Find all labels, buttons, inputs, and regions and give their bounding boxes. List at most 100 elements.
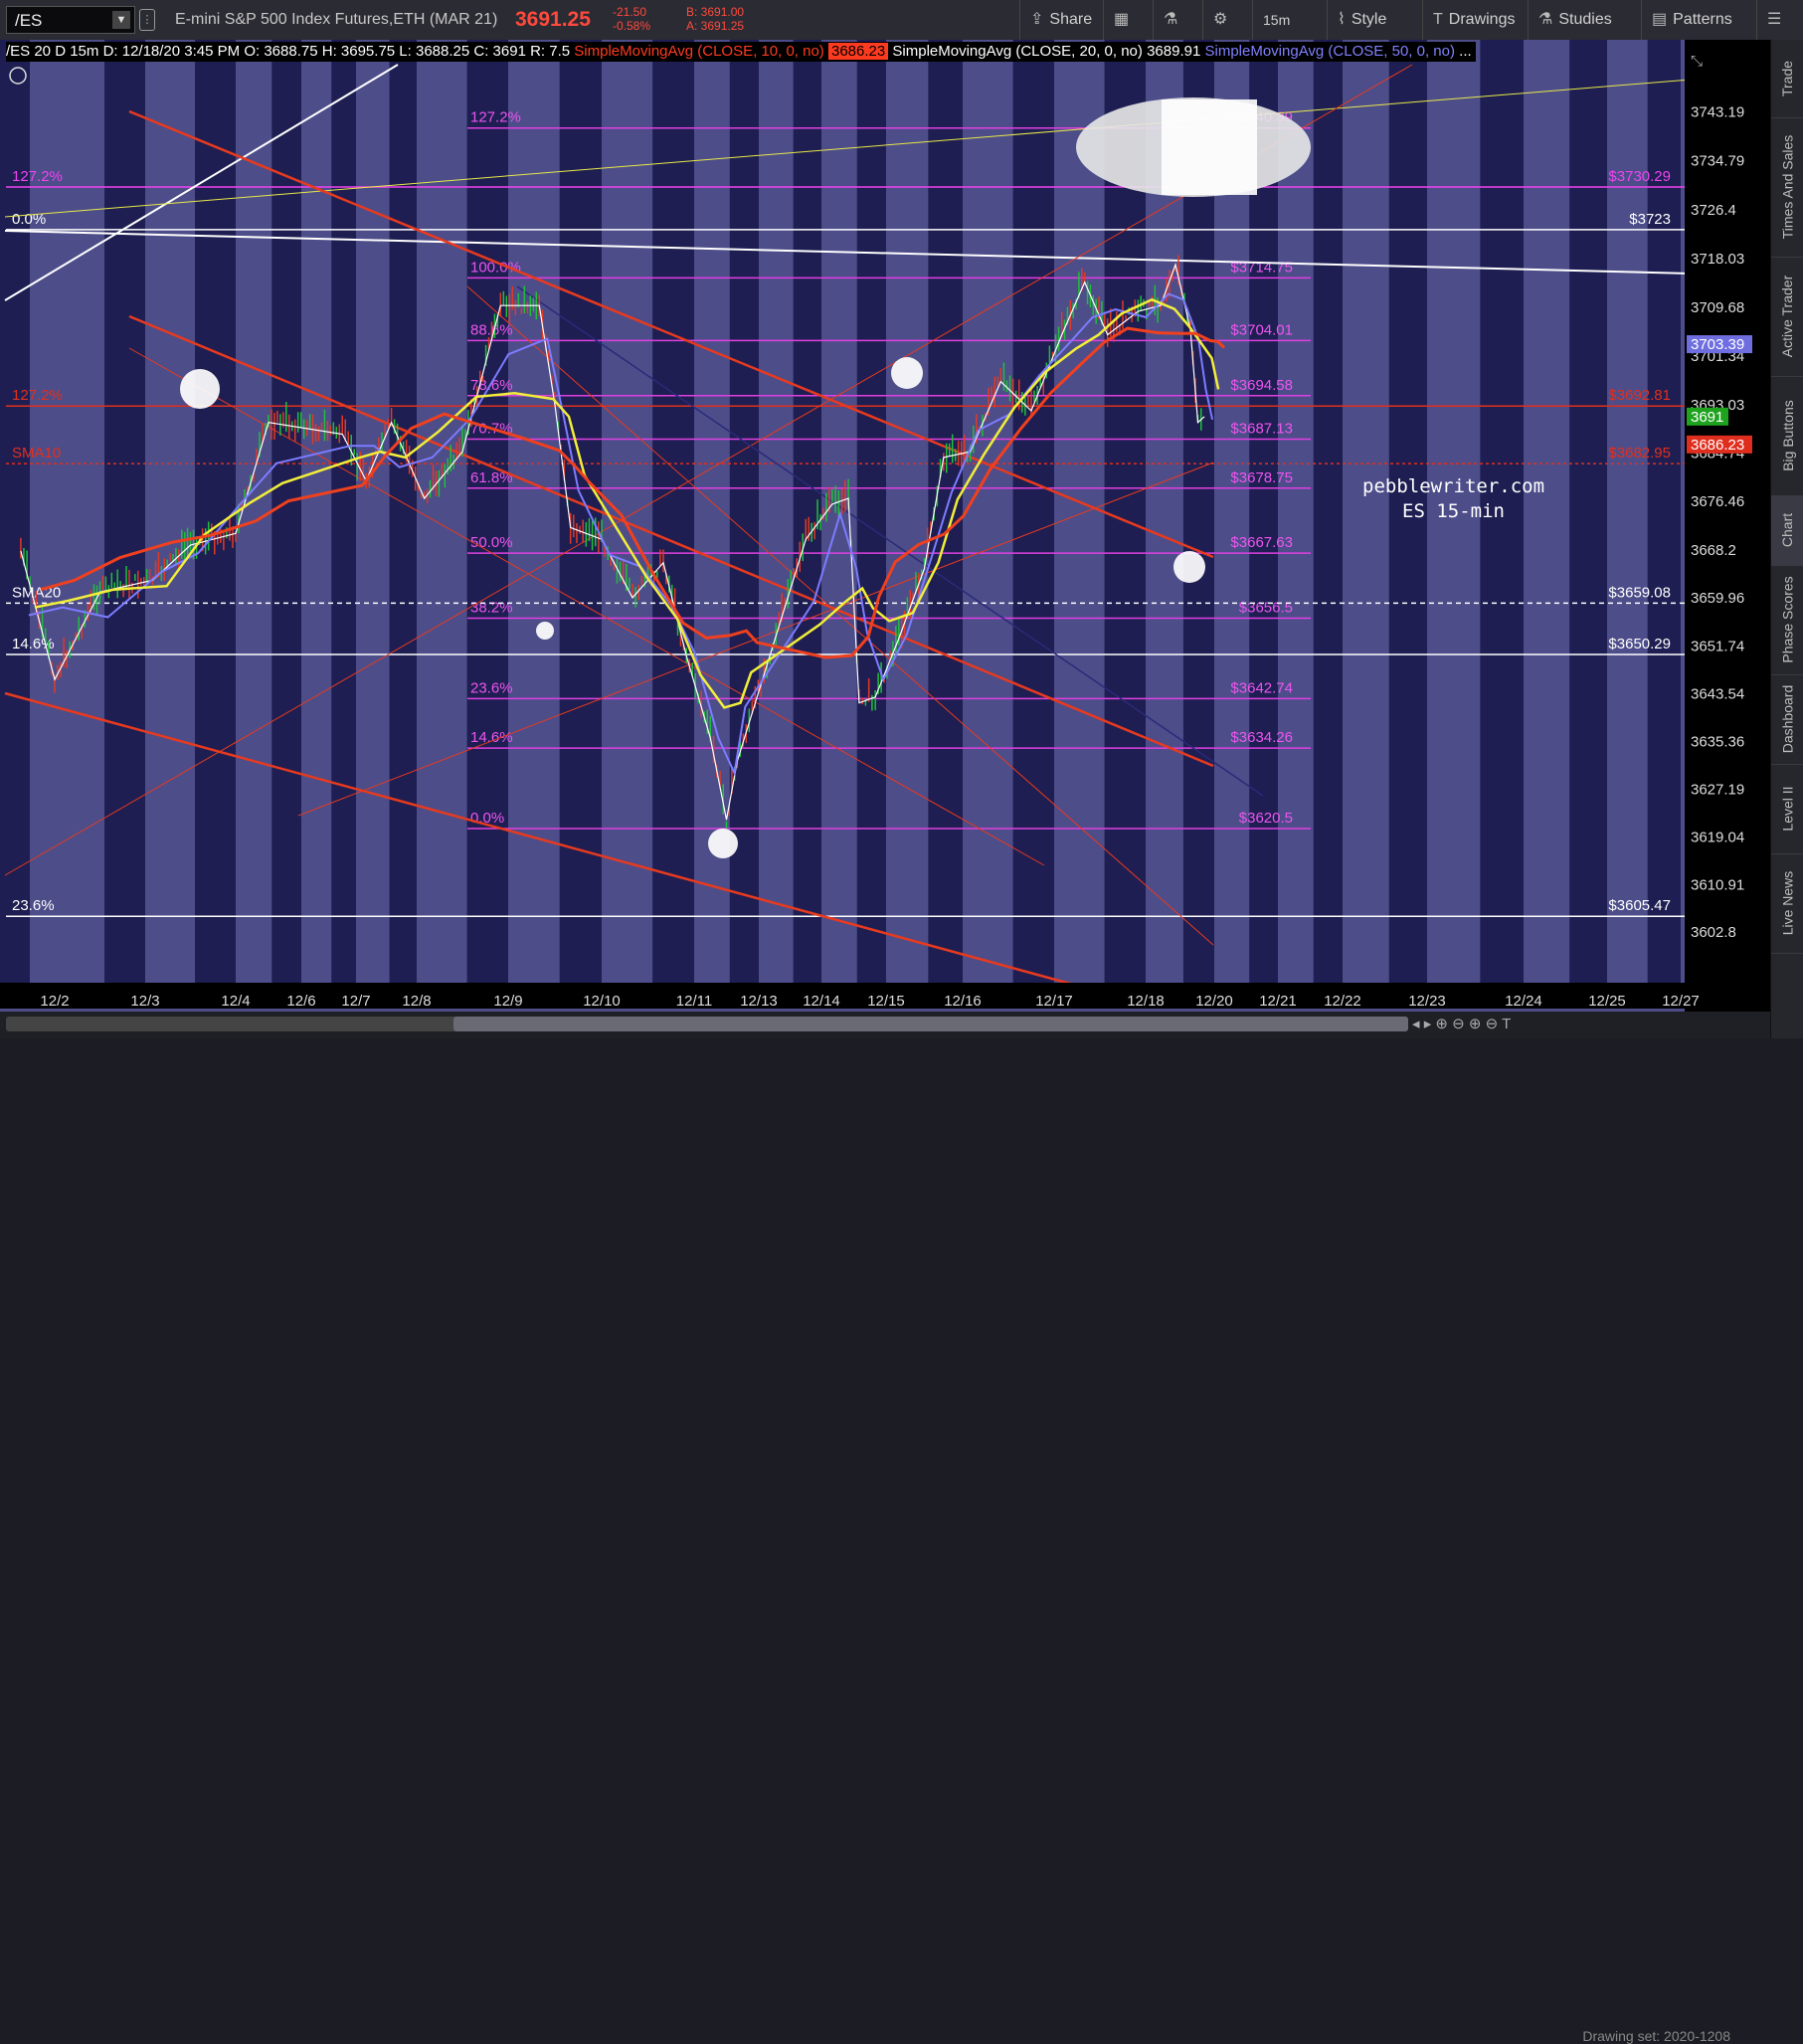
session-band <box>729 40 759 1006</box>
x-tick-label: 12/11 <box>676 993 712 1010</box>
level-right-label: $3692.81 <box>1608 387 1671 404</box>
y-tick-label: 3726.4 <box>1691 202 1736 219</box>
session-band <box>1313 40 1343 1006</box>
timeframe-button[interactable]: 15m <box>1252 0 1327 40</box>
x-tick-label: 12/23 <box>1408 993 1446 1010</box>
drawings-button[interactable]: T Drawings <box>1422 0 1524 40</box>
patterns-button[interactable]: ▤ Patterns <box>1641 0 1756 40</box>
price-chart[interactable]: 127.2%$3740.39100.0%$3714.7588.6%$3704.0… <box>0 40 1770 1038</box>
y-tick-label: 3610.91 <box>1691 876 1744 893</box>
y-tick-label: 3659.96 <box>1691 590 1744 607</box>
trend-line <box>4 691 1075 987</box>
patterns-label: Patterns <box>1673 11 1732 28</box>
symbol-input[interactable]: /ES ▼ <box>6 6 135 34</box>
axis-settings-icon: ⤡ <box>1691 53 1703 70</box>
trend-line <box>4 230 1692 275</box>
chevron-down-icon[interactable]: ▼ <box>112 11 130 29</box>
style-button[interactable]: ⌇ Style <box>1327 0 1422 40</box>
level-left-label: 127.2% <box>12 168 63 185</box>
ask-value: A: 3691.25 <box>686 19 745 33</box>
tab-dashboard[interactable]: Dashboard <box>1771 674 1803 765</box>
tab-trade[interactable]: Trade <box>1771 40 1803 118</box>
scrollbar-thumb[interactable] <box>453 1017 1408 1031</box>
bar-high: H: 3695.75 <box>321 43 396 60</box>
layout-button[interactable]: ▦ <box>1103 0 1153 40</box>
trend-line <box>516 285 1264 797</box>
watermark-line-1: pebblewriter.com <box>1362 475 1545 497</box>
tab-active-trader[interactable]: Active Trader <box>1771 257 1803 377</box>
top-toolbar: /ES ▼ ⋮ E-mini S&P 500 Index Futures,ETH… <box>0 0 1803 41</box>
tab-chart[interactable]: Chart <box>1771 495 1803 566</box>
link-icon[interactable]: ⋮ <box>139 9 155 31</box>
style-label: Style <box>1351 11 1387 28</box>
y-tick-label: 3709.68 <box>1691 299 1744 316</box>
x-tick-label: 12/22 <box>1324 993 1361 1010</box>
zoom-controls-icon[interactable]: ◂ ▸ ⊕ ⊖ ⊕ ⊖ T <box>1412 1015 1511 1032</box>
marker-circle <box>180 369 220 409</box>
x-tick-label: 12/10 <box>583 993 621 1010</box>
level-left-label: 23.6% <box>12 897 55 914</box>
patterns-icon: ▤ <box>1652 11 1668 28</box>
share-icon: ⇪ <box>1030 11 1044 28</box>
menu-button[interactable]: ☰ <box>1756 0 1803 40</box>
y-tick-label: 3651.74 <box>1691 638 1744 654</box>
style-icon: ⌇ <box>1338 11 1346 28</box>
sma50-label: SimpleMovingAvg (CLOSE, 50, 0, no) <box>1204 43 1455 60</box>
x-tick-label: 12/2 <box>40 993 69 1010</box>
tab-label: Trade <box>1779 60 1796 97</box>
tab-level-ii[interactable]: Level II <box>1771 764 1803 854</box>
bar-range: R: 7.5 <box>530 43 571 60</box>
chart-area[interactable]: 127.2%$3740.39100.0%$3714.7588.6%$3704.0… <box>0 40 1770 1038</box>
tab-live-news[interactable]: Live News <box>1771 853 1803 954</box>
flask-button[interactable]: ⚗ <box>1153 0 1202 40</box>
x-tick-label: 12/4 <box>221 993 250 1010</box>
tab-label: Dashboard <box>1779 684 1796 754</box>
layout-icon: ▦ <box>1114 11 1130 28</box>
x-tick-label: 12/15 <box>867 993 905 1010</box>
price-marker-label: 3703.39 <box>1691 336 1744 353</box>
x-tick-label: 12/17 <box>1035 993 1073 1010</box>
infobar-more: ... <box>1459 43 1472 60</box>
marker-circle <box>1173 551 1205 583</box>
y-tick-label: 3619.04 <box>1691 830 1744 846</box>
change-value: -21.50 <box>613 5 647 19</box>
instrument-description: E-mini S&P 500 Index Futures,ETH (MAR 21… <box>175 11 498 28</box>
level-right-label: $3650.29 <box>1608 636 1671 652</box>
x-tick-label: 12/14 <box>803 993 840 1010</box>
level-right-label: $3682.95 <box>1608 445 1671 462</box>
bar-open: O: 3688.75 <box>244 43 318 60</box>
level-right-label: $3659.08 <box>1608 584 1671 601</box>
session-band <box>466 40 508 1006</box>
flask-icon: ⚗ <box>1164 11 1178 28</box>
tab-phase-scores[interactable]: Phase Scores <box>1771 565 1803 675</box>
x-tick-label: 12/16 <box>944 993 982 1010</box>
tab-times-and-sales[interactable]: Times And Sales <box>1771 117 1803 258</box>
y-tick-label: 3718.03 <box>1691 251 1744 268</box>
share-label: Share <box>1049 11 1093 28</box>
tab-label: Active Trader <box>1779 275 1796 358</box>
marker-circle <box>536 622 554 640</box>
watermark: pebblewriter.com ES 15-min <box>1362 474 1544 524</box>
session-band <box>1012 40 1054 1006</box>
tab-label: Chart <box>1779 512 1796 548</box>
bottom-scrollbar[interactable]: ◂ ▸ ⊕ ⊖ ⊕ ⊖ T Drawing set: 2020-1208 <box>0 1012 1770 2044</box>
marker-circle <box>891 357 923 389</box>
session-band <box>104 40 145 1006</box>
right-side-panel: Trade Times And Sales Active Trader Big But… <box>1770 40 1803 1038</box>
tab-big-buttons[interactable]: Big Buttons <box>1771 376 1803 496</box>
y-tick-label: 3635.36 <box>1691 734 1744 751</box>
fib-percent-label: 50.0% <box>470 534 513 551</box>
scrollbar-track[interactable] <box>6 1017 1408 1031</box>
studies-button[interactable]: ⚗ Studies <box>1528 0 1637 40</box>
share-button[interactable]: ⇪ Share <box>1019 0 1103 40</box>
bar-close: C: 3691 <box>473 43 526 60</box>
settings-button[interactable]: ⚙ <box>1202 0 1252 40</box>
timeframe-label: 15m <box>1263 12 1291 28</box>
y-tick-label: 3643.54 <box>1691 686 1744 703</box>
fib-price-label: $3634.26 <box>1230 729 1293 746</box>
level-left-label: 0.0% <box>12 211 46 228</box>
change-percent: -0.58% <box>613 19 651 33</box>
menu-icon: ☰ <box>1767 11 1782 28</box>
bar-date: D: 12/18/20 3:45 PM <box>102 43 241 60</box>
x-tick-label: 12/18 <box>1127 993 1165 1010</box>
